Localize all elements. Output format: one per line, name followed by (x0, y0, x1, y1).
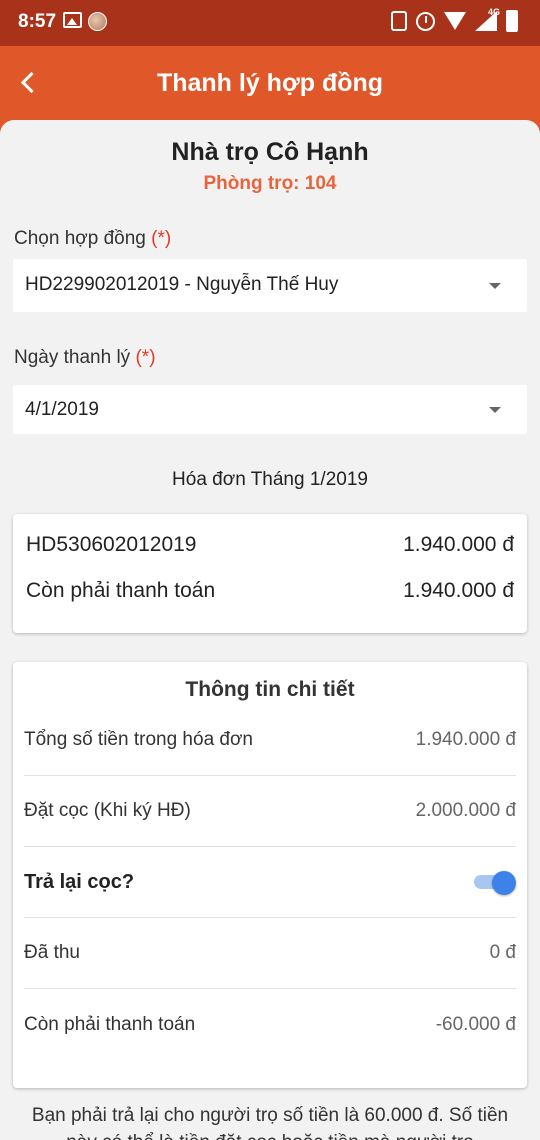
content-sheet: Nhà trọ Cô Hạnh Phòng trọ: 104 Chọn hợp … (0, 120, 540, 1140)
detail-label: Tổng số tiền trong hóa đơn (24, 729, 254, 750)
gallery-icon (63, 12, 82, 28)
liquidation-date-label: Ngày thanh lý (*) (14, 347, 156, 369)
detail-value: 0 đ (489, 942, 516, 963)
invoice-code-amount: 1.940.000 đ (403, 533, 514, 556)
chevron-down-icon (489, 407, 501, 413)
room-number: Phòng trọ: 104 (203, 173, 337, 194)
wifi-icon (444, 12, 466, 30)
contract-label-text: Chọn hợp đồng (14, 228, 146, 249)
chevron-down-icon (489, 283, 501, 289)
liquidation-date-select[interactable]: 4/1/2019 (13, 385, 527, 434)
detail-row-collected: Đã thu 0 đ (24, 918, 516, 989)
invoice-remaining-row: Còn phải thanh toán 1.940.000 đ (26, 579, 514, 603)
detail-row-deposit: Đặt cọc (Khi ký HĐ) 2.000.000 đ (24, 776, 516, 847)
status-bar: 8:57 4G (0, 0, 540, 46)
refund-note: Bạn phải trả lại cho người trọ số tiền l… (31, 1105, 509, 1140)
detail-row-return-deposit: Trả lại cọc? (24, 847, 516, 918)
detail-label: Đã thu (24, 942, 80, 963)
detail-row-invoice-total: Tổng số tiền trong hóa đơn 1.940.000 đ (24, 705, 516, 776)
required-marker: (*) (151, 228, 172, 249)
detail-value: -60.000 đ (435, 1013, 516, 1035)
app-header: Thanh lý hợp đồng (0, 46, 540, 122)
details-title: Thông tin chi tiết (185, 678, 355, 701)
contract-select-value: HD229902012019 - Nguyễn Thế Huy (25, 274, 339, 295)
return-deposit-toggle[interactable] (472, 871, 516, 895)
invoice-heading: Hóa đơn Tháng 1/2019 (172, 469, 368, 490)
battery-icon (506, 10, 518, 32)
liquidation-date-label-text: Ngày thanh lý (14, 347, 131, 368)
invoice-code: HD530602012019 (26, 533, 197, 556)
required-marker: (*) (135, 347, 156, 368)
details-card: Thông tin chi tiết Tổng số tiền trong hó… (13, 662, 527, 1088)
return-deposit-label: Trả lại cọc? (24, 870, 135, 893)
liquidation-date-value: 4/1/2019 (25, 399, 99, 420)
detail-value: 1.940.000 đ (415, 729, 516, 750)
invoice-remaining-label: Còn phải thanh toán (26, 579, 216, 602)
contract-select[interactable]: HD229902012019 - Nguyễn Thế Huy (13, 259, 527, 312)
status-time: 8:57 (18, 11, 57, 32)
signal-icon (475, 11, 497, 31)
vibrate-icon (391, 11, 407, 31)
detail-label: Còn phải thanh toán (24, 1013, 196, 1035)
alarm-icon (416, 11, 435, 31)
toggle-knob (492, 871, 516, 895)
detail-value: 2.000.000 đ (415, 800, 516, 821)
detail-label: Đặt cọc (Khi ký HĐ) (24, 800, 191, 821)
invoice-remaining-amount: 1.940.000 đ (403, 579, 514, 602)
invoice-code-row: HD530602012019 1.940.000 đ (26, 533, 514, 557)
property-name: Nhà trọ Cô Hạnh (171, 138, 369, 166)
notification-avatar-icon (88, 12, 107, 31)
detail-row-remaining: Còn phải thanh toán -60.000 đ (24, 989, 516, 1060)
invoice-card[interactable]: HD530602012019 1.940.000 đ Còn phải than… (13, 514, 527, 633)
contract-label: Chọn hợp đồng (*) (14, 228, 171, 250)
page-title: Thanh lý hợp đồng (156, 69, 384, 97)
